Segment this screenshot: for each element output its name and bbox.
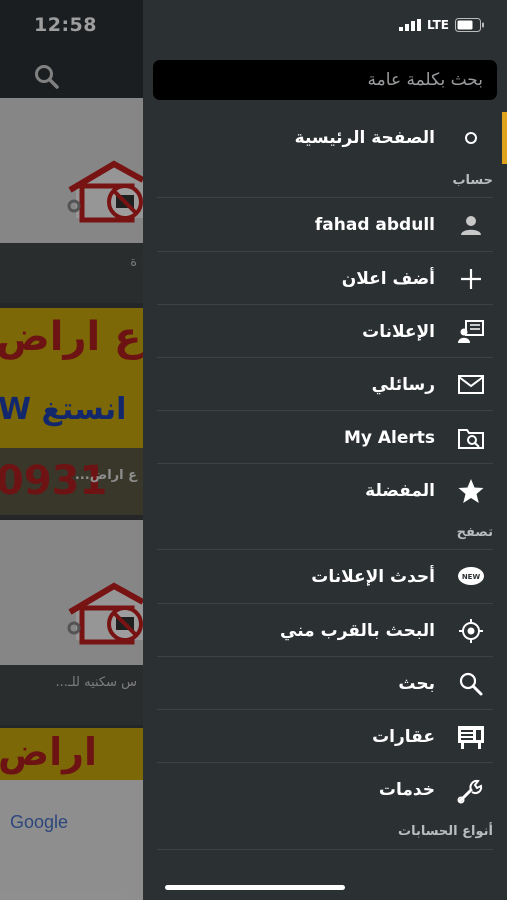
menu-item-messages[interactable]: رسائلي [157,358,493,411]
star-icon [449,478,493,504]
menu-item-label: My Alerts [343,427,435,448]
keyword-search-input[interactable] [153,60,497,100]
menu-item-label: البحث بالقرب مني [280,620,435,641]
keyword-search-box[interactable] [153,60,497,100]
side-drawer: LTE الصفحة الرئيسية حساب fahad abdull أض… [143,0,507,900]
menu-item-label: عقارات [372,726,435,747]
ads-icon [449,319,493,344]
menu-item-my-alerts[interactable]: My Alerts [157,411,493,464]
real-estate-icon [449,725,493,749]
menu-item-add-ad[interactable]: أضف اعلان [157,252,493,305]
circle-icon [449,131,493,145]
wrench-icon [449,776,493,804]
dim-overlay[interactable] [0,0,143,900]
menu-item-label: خدمات [378,779,435,800]
divider [157,849,493,850]
new-badge-icon: NEW [449,566,493,588]
envelope-icon [449,374,493,395]
user-icon [449,213,493,237]
alerts-icon [449,427,493,449]
signal-icon [398,19,421,31]
menu-item-label: الصفحة الرئيسية [294,127,435,148]
menu-item-label: أضف اعلان [341,268,435,289]
menu-item-label: الإعلانات [362,321,435,342]
menu-item-profile[interactable]: fahad abdull [157,198,493,251]
section-header-account-types: أنواع الحسابات [398,824,493,839]
menu-item-home[interactable]: الصفحة الرئيسية [157,111,493,164]
network-type: LTE [426,18,449,32]
menu-item-latest-ads[interactable]: NEW أحدث الإعلانات [157,550,493,603]
menu-item-real-estate[interactable]: عقارات [157,710,493,763]
menu-item-search[interactable]: بحث [157,657,493,710]
status-indicators: LTE [398,18,485,32]
scroll-indicator [502,112,507,164]
menu-item-label: fahad abdull [314,214,435,235]
menu-item-label: بحث [398,673,435,694]
menu-item-favorites[interactable]: المفضلة [157,464,493,517]
section-header-account: حساب [452,173,493,188]
battery-icon [455,18,484,32]
menu-item-label: رسائلي [371,374,435,395]
location-target-icon [449,618,493,644]
plus-icon [449,267,493,291]
menu-item-label: أحدث الإعلانات [311,566,435,587]
home-indicator[interactable] [165,885,345,890]
menu-item-nearby-search[interactable]: البحث بالقرب مني [157,604,493,657]
menu-item-label: المفضلة [365,480,435,501]
section-header-browse: تصفح [456,525,493,540]
search-icon [449,671,493,697]
menu-item-services[interactable]: خدمات [157,763,493,816]
menu-item-my-ads[interactable]: الإعلانات [157,305,493,358]
new-badge-text: NEW [462,573,481,581]
